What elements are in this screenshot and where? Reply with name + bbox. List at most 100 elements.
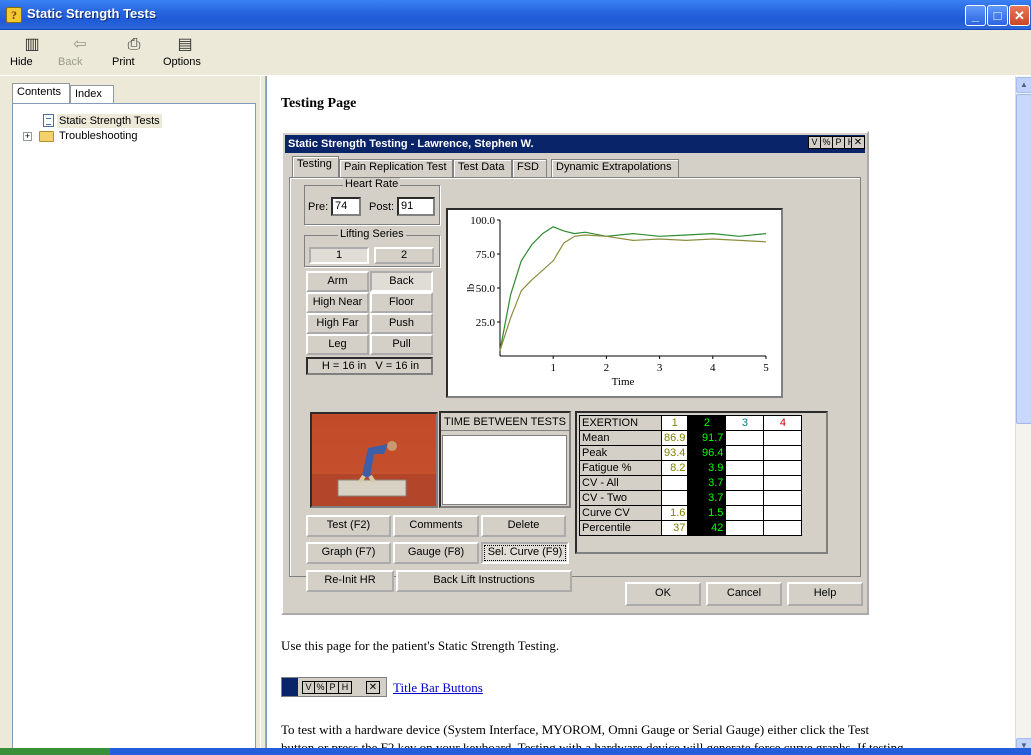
leg-button: Leg <box>306 334 369 355</box>
tab-dynamic-extrapolations: Dynamic Extrapolations <box>551 159 679 177</box>
pre-label: Pre: <box>308 201 329 213</box>
options-button[interactable]: ▤ Options <box>163 33 207 75</box>
stats-row: CV - Two 3.7 <box>579 490 803 506</box>
stats-row: CV - All 3.7 <box>579 475 803 491</box>
exertion-3-header: 3 <box>725 415 765 431</box>
p-button: P <box>833 137 845 148</box>
stats-row: Percentile 37 42 <box>579 520 803 536</box>
taskbar-edge <box>0 748 1031 755</box>
test-f2-button: Test (F2) <box>306 515 391 537</box>
floor-button: Floor <box>370 292 433 313</box>
tree-item-troubleshooting[interactable]: Troubleshooting <box>59 129 137 143</box>
back-button[interactable]: ⇦ Back <box>58 33 102 75</box>
contents-tree: Static Strength Tests + Troubleshooting <box>12 103 256 755</box>
sel-curve-f9-button: Sel. Curve (F9) <box>481 542 569 564</box>
folder-icon <box>39 131 54 142</box>
title-bar-buttons-link[interactable]: Title Bar Buttons <box>393 680 483 696</box>
options-icon: ▤ <box>177 36 193 53</box>
intro-paragraph: Use this page for the patient's Static S… <box>281 638 560 653</box>
x-axis-label: Time <box>612 376 635 388</box>
tree-item-static-strength-tests[interactable]: Static Strength Tests <box>57 114 162 128</box>
push-button: Push <box>370 313 433 334</box>
post-hr-field: 91 <box>397 197 435 216</box>
arm-button: Arm <box>306 271 369 292</box>
tab-fsd: FSD <box>512 159 547 177</box>
stats-row: Curve CV 1.6 1.5 <box>579 505 803 521</box>
series-1-button: 1 <box>309 247 369 264</box>
lifter-figure <box>312 441 436 506</box>
tab-contents[interactable]: Contents <box>12 83 70 105</box>
time-between-tests-box: TIME BETWEEN TESTS <box>439 411 571 508</box>
y-tick-label: 25.0 <box>476 317 496 329</box>
lift-position-photo <box>310 412 438 508</box>
x-tick-label: 1 <box>550 362 556 374</box>
y-tick-label: 100.0 <box>470 215 495 227</box>
help-window: ? Static Strength Tests _ □ ✕ ▥ Hide ⇦ B… <box>0 0 1031 755</box>
graph-f7-button: Graph (F7) <box>306 542 391 564</box>
page-title: Testing Page <box>281 96 357 111</box>
tab-pain-replication: Pain Replication Test <box>339 159 453 177</box>
y-axis-label: lb <box>465 283 477 292</box>
back-lift-button: Back <box>370 271 433 292</box>
stats-row: Fatigue % 8.2 3.9 <box>579 460 803 476</box>
page-icon <box>43 114 54 127</box>
exertion-2-header: 2 <box>687 415 727 431</box>
time-between-tests-display <box>442 435 567 505</box>
pre-hr-field: 74 <box>331 197 361 216</box>
exertion-header: EXERTION <box>579 415 662 431</box>
title-bar-buttons-image: V % P H ✕ <box>281 677 387 697</box>
window-title: Static Strength Tests <box>27 6 157 21</box>
hide-button[interactable]: ▥ Hide <box>10 33 54 75</box>
percent-button: % <box>821 137 833 148</box>
content-pane: Testing Page Static Strength Testing - L… <box>266 76 1015 755</box>
close-button[interactable]: ✕ <box>1009 5 1030 26</box>
force-curve-chart: 25.0 50.0 75.0 100.0 1 2 3 4 5 Time lb <box>446 208 783 398</box>
series-line-2 <box>499 234 767 351</box>
hide-icon: ▥ <box>24 36 40 53</box>
help-button: Help <box>787 582 863 606</box>
dialog-title-bar: Static Strength Testing - Lawrence, Step… <box>285 135 865 153</box>
time-between-tests-label: TIME BETWEEN TESTS <box>441 413 569 431</box>
back-lift-instructions-button: Back Lift Instructions <box>396 570 572 592</box>
x-tick-label: 2 <box>604 362 610 374</box>
pull-button: Pull <box>370 334 433 355</box>
series-line-1 <box>499 226 767 351</box>
dialog-close-icon: ✕ <box>851 136 865 149</box>
strip-buttons: V % P H <box>302 681 352 694</box>
series-2-button: 2 <box>374 247 434 264</box>
toolbar: ▥ Hide ⇦ Back ⎙ Print ▤ Options <box>0 30 1031 76</box>
minimize-button[interactable]: _ <box>965 5 986 26</box>
stats-row: Mean 86.9 91.7 <box>579 430 803 446</box>
printer-icon: ⎙ <box>127 36 141 53</box>
delete-button: Delete <box>481 515 566 537</box>
testing-panel: Heart Rate Pre: 74 Post: 91 Lifting Seri… <box>289 177 861 592</box>
lifting-series-label: Lifting Series <box>338 228 406 240</box>
exertion-1-header: 1 <box>660 415 689 431</box>
scroll-up-icon[interactable]: ▲ <box>1016 77 1031 93</box>
tab-testing: Testing <box>292 156 339 178</box>
tab-index[interactable]: Index <box>70 85 114 105</box>
help-app-icon: ? <box>6 7 22 23</box>
expand-icon[interactable]: + <box>23 132 32 141</box>
y-tick-label: 75.0 <box>476 249 496 261</box>
content-scrollbar[interactable]: ▲ ▼ <box>1015 76 1031 755</box>
post-label: Post: <box>369 201 395 213</box>
testing-paragraph-line1: To test with a hardware device (System I… <box>281 722 870 737</box>
chart-svg: 25.0 50.0 75.0 100.0 1 2 3 4 5 Time lb <box>465 215 769 388</box>
print-button[interactable]: ⎙ Print <box>112 33 156 75</box>
position-readout: H = 16 in V = 16 in <box>306 357 433 375</box>
cancel-button: Cancel <box>706 582 782 606</box>
x-tick-label: 5 <box>763 362 769 374</box>
maximize-button[interactable]: □ <box>987 5 1008 26</box>
navigation-pane: Contents Index Static Strength Tests + T… <box>6 81 258 755</box>
back-arrow-icon: ⇦ <box>73 36 87 53</box>
y-tick-label: 50.0 <box>476 283 496 295</box>
comments-button: Comments <box>393 515 479 537</box>
dialog-title: Static Strength Testing - Lawrence, Step… <box>288 138 534 150</box>
reinit-hr-button: Re-Init HR <box>306 570 394 592</box>
static-strength-dialog-image: Static Strength Testing - Lawrence, Step… <box>281 131 869 615</box>
scroll-thumb[interactable] <box>1016 94 1031 424</box>
exertion-4-header: 4 <box>763 415 803 431</box>
high-far-button: High Far <box>306 313 369 334</box>
x-tick-label: 3 <box>657 362 663 374</box>
